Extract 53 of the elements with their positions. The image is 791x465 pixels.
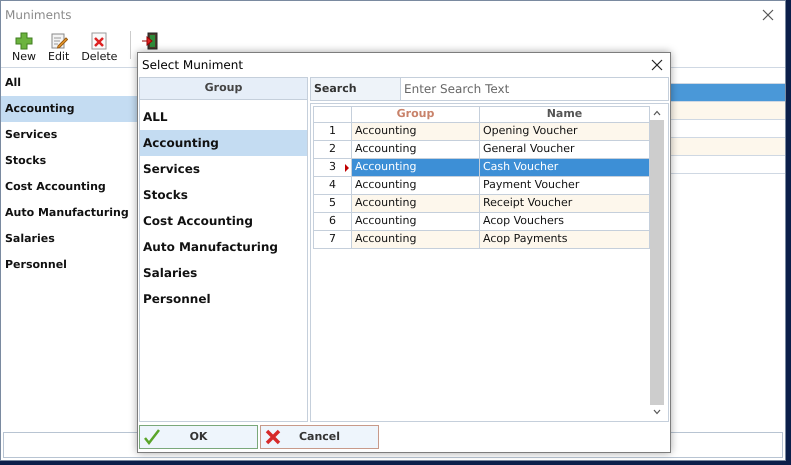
row-number: 1 xyxy=(329,123,336,140)
list-item[interactable]: All xyxy=(1,70,138,96)
row-number: 6 xyxy=(329,213,336,230)
list-item[interactable]: Personnel xyxy=(140,286,307,312)
list-item[interactable]: Stocks xyxy=(1,148,138,174)
edit-button[interactable]: Edit xyxy=(43,29,74,64)
list-item[interactable]: Services xyxy=(140,156,307,182)
check-icon xyxy=(144,429,160,445)
delete-button[interactable]: Delete xyxy=(76,29,122,64)
table-cell[interactable]: Accounting xyxy=(352,213,480,230)
row-number: 4 xyxy=(329,177,336,194)
list-item[interactable]: Stocks xyxy=(140,182,307,208)
row-number: 2 xyxy=(329,141,336,158)
row-number: 5 xyxy=(329,195,336,212)
row-number: 7 xyxy=(329,231,336,248)
search-label: Search xyxy=(310,77,400,101)
list-item[interactable]: Personnel xyxy=(1,252,138,278)
delete-icon xyxy=(90,32,108,50)
table-cell[interactable]: Accounting xyxy=(352,141,480,158)
list-item[interactable]: Accounting xyxy=(1,96,138,122)
column-header[interactable]: Name xyxy=(480,107,649,122)
plus-icon xyxy=(15,32,33,50)
list-item[interactable]: Auto Manufacturing xyxy=(1,200,138,226)
cross-icon xyxy=(265,429,281,445)
list-item[interactable]: Auto Manufacturing xyxy=(140,234,307,260)
window-title: Muniments xyxy=(5,7,72,24)
exit-icon[interactable] xyxy=(141,32,160,50)
close-icon[interactable] xyxy=(651,59,663,71)
list-item[interactable]: Services xyxy=(1,122,138,148)
table-cell[interactable]: Receipt Voucher xyxy=(480,195,649,212)
table-cell[interactable]: Accounting xyxy=(352,177,480,194)
scroll-up-icon[interactable] xyxy=(653,109,661,117)
list-item[interactable]: Accounting xyxy=(140,130,307,156)
list-item[interactable]: Salaries xyxy=(140,260,307,286)
cancel-button[interactable]: Cancel xyxy=(260,425,379,449)
list-item[interactable]: Salaries xyxy=(1,226,138,252)
close-icon[interactable] xyxy=(762,9,774,21)
table-cell[interactable]: Accounting xyxy=(352,123,480,140)
row-number: 3 xyxy=(329,159,336,176)
list-item[interactable]: Cost Accounting xyxy=(140,208,307,234)
pencil-icon xyxy=(50,32,68,50)
column-header: Group xyxy=(140,78,307,100)
list-item[interactable]: Cost Accounting xyxy=(1,174,138,200)
table-cell[interactable]: Acop Payments xyxy=(480,231,649,248)
scroll-down-icon[interactable] xyxy=(653,408,661,416)
new-button[interactable]: New xyxy=(7,29,41,64)
dialog-title: Select Muniment xyxy=(142,57,244,74)
search-field[interactable]: Enter Search Text xyxy=(400,77,669,101)
table-cell[interactable]: Opening Voucher xyxy=(480,123,649,140)
table-cell[interactable]: Accounting xyxy=(352,195,480,212)
ok-button[interactable]: OK xyxy=(139,425,258,449)
table-cell[interactable]: Accounting xyxy=(352,231,480,248)
list-item[interactable]: ALL xyxy=(140,104,307,130)
